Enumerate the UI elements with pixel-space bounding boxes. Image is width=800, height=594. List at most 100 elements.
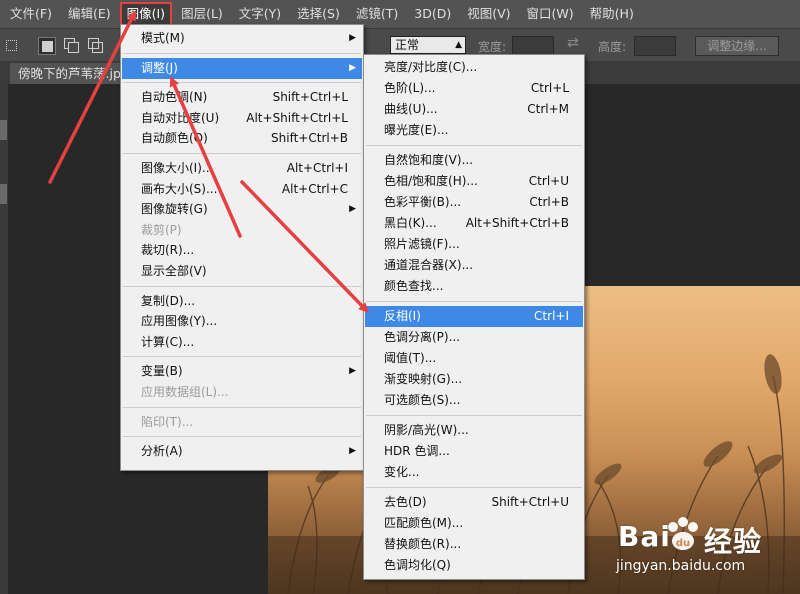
menu-item[interactable]: 去色(D) Shift+Ctrl+U	[365, 492, 583, 513]
menu-item[interactable]: 色彩平衡(B)... Ctrl+B	[365, 192, 583, 213]
menu-item[interactable]: 黑白(K)... Alt+Shift+Ctrl+B	[365, 213, 583, 234]
menu-item-label: 显示全部(V)	[141, 264, 207, 278]
menu-item-label: 自然饱和度(V)...	[384, 153, 474, 167]
menubar-item[interactable]: 滤镜(T)	[350, 3, 404, 25]
menu-item: 应用数据组(L)...	[122, 382, 362, 403]
menu-item[interactable]: 色调均化(Q)	[365, 555, 583, 576]
menubar-item[interactable]: 编辑(E)	[62, 3, 117, 25]
menubar-item[interactable]: 图层(L)	[175, 3, 229, 25]
menubar-item[interactable]: 帮助(H)	[584, 3, 640, 25]
menu-item-shortcut: Ctrl+U	[528, 174, 569, 188]
menu-item[interactable]: 阴影/高光(W)...	[365, 420, 583, 441]
menu-item[interactable]: HDR 色调...	[365, 441, 583, 462]
menubar-item[interactable]: 选择(S)	[291, 3, 346, 25]
menu-item-label: 裁切(R)...	[141, 243, 195, 258]
new-selection-icon[interactable]	[38, 37, 56, 55]
menu-item-label: 照片滤镜(F)...	[384, 237, 460, 251]
menu-item[interactable]: 色阶(L)... Ctrl+L	[365, 78, 583, 99]
style-select-value: 正常	[395, 38, 420, 52]
menu-item-label: 亮度/对比度(C)...	[384, 60, 478, 74]
watermark-brand-suffix: 经验	[704, 525, 763, 558]
menubar-item[interactable]: 文字(Y)	[233, 3, 287, 25]
menu-item-label: 图像旋转(G)	[141, 202, 208, 217]
menu-item-label: 去色(D)	[384, 495, 427, 509]
menu-item-label: 阴影/高光(W)...	[384, 423, 469, 437]
baidu-watermark: du Bai 经验 jingyan.baidu.com	[608, 500, 768, 585]
menu-item-label: 复制(D)...	[141, 293, 196, 308]
selection-dots-icon[interactable]	[4, 37, 20, 53]
menubar-item[interactable]: 视图(V)	[461, 3, 516, 25]
menu-item[interactable]: 自动色调(N) Shift+Ctrl+L	[122, 87, 362, 108]
menu-item[interactable]: 自动对比度(U) Alt+Shift+Ctrl+L	[122, 108, 362, 129]
menu-separator	[123, 153, 361, 154]
chevron-right-icon: ▶	[349, 62, 356, 73]
menu-item[interactable]: 显示全部(V)	[122, 261, 362, 282]
menu-item[interactable]: 匹配颜色(M)...	[365, 513, 583, 534]
menu-item[interactable]: 反相(I) Ctrl+I	[365, 306, 583, 327]
menu-item-label: 陷印(T)...	[141, 414, 194, 429]
menu-item[interactable]: 颜色查找...	[365, 276, 583, 297]
menu-item[interactable]: 照片滤镜(F)...	[365, 234, 583, 255]
menu-item-label: 变化...	[384, 465, 420, 479]
menu-separator	[123, 406, 361, 408]
menu-item[interactable]: 自然饱和度(V)...	[365, 150, 583, 171]
select-arrow-icon: ▲	[455, 40, 462, 50]
chevron-right-icon: ▶	[349, 446, 356, 457]
swap-arrows-icon[interactable]: ⇄	[567, 35, 579, 51]
menu-item[interactable]: 变量(B) ▶	[122, 361, 362, 382]
menu-item[interactable]: 可选颜色(S)...	[365, 390, 583, 411]
menu-item[interactable]: 曲线(U)... Ctrl+M	[365, 99, 583, 120]
menu-item[interactable]: 渐变映射(G)...	[365, 369, 583, 390]
menu-item[interactable]: 色调分离(P)...	[365, 327, 583, 348]
menu-item-shortcut: Ctrl+M	[527, 102, 569, 116]
width-input[interactable]	[512, 36, 554, 56]
menu-item-label: 自动颜色(O)	[141, 131, 208, 146]
menu-item[interactable]: 变化...	[365, 462, 583, 483]
watermark-url: jingyan.baidu.com	[616, 558, 746, 574]
chevron-right-icon: ▶	[349, 33, 356, 43]
menu-item[interactable]: 分析(A) ▶	[122, 441, 362, 462]
menu-item[interactable]: 曝光度(E)...	[365, 120, 583, 141]
menu-item[interactable]: 自动颜色(O) Shift+Ctrl+B	[122, 128, 362, 149]
menu-item[interactable]: 阈值(T)...	[365, 348, 583, 369]
menu-item-label: 反相(I)	[384, 309, 421, 323]
menu-item[interactable]: 应用图像(Y)...	[122, 311, 362, 332]
menu-item-label: 曝光度(E)...	[384, 123, 449, 137]
menu-item[interactable]: 计算(C)...	[122, 332, 362, 353]
menu-item[interactable]: 复制(D)...	[122, 291, 362, 312]
menu-item[interactable]: 替换颜色(R)...	[365, 534, 583, 555]
add-selection-icon[interactable]	[63, 37, 79, 53]
menu-item-shortcut: Ctrl+L	[530, 81, 569, 95]
menu-item[interactable]: 图像旋转(G) ▶	[122, 199, 362, 220]
menu-item[interactable]: 色相/饱和度(H)... Ctrl+U	[365, 171, 583, 192]
menu-item: 裁剪(P)	[122, 220, 362, 241]
menu-item-label: 自动对比度(U)	[141, 110, 220, 125]
menu-item-shortcut: Shift+Ctrl+U	[491, 495, 569, 509]
height-label: 高度:	[598, 40, 627, 54]
height-input[interactable]	[634, 36, 676, 56]
watermark-brand: Bai	[618, 520, 671, 553]
menu-item-label: 色彩平衡(B)...	[384, 195, 462, 209]
menu-item-label: 计算(C)...	[141, 334, 195, 349]
menu-item[interactable]: 模式(M) ▶	[122, 28, 362, 49]
menubar-item[interactable]: 文件(F)	[4, 3, 58, 25]
menu-item-label: 图像大小(I)...	[141, 161, 214, 175]
menu-item[interactable]: 通道混合器(X)...	[365, 255, 583, 276]
menubar-item[interactable]: 窗口(W)	[521, 3, 580, 25]
menu-item[interactable]: 亮度/对比度(C)...	[365, 57, 583, 78]
menu-item[interactable]: 裁切(R)...	[122, 240, 362, 261]
menubar-item[interactable]: 图像(I)	[119, 2, 173, 26]
menu-separator	[123, 285, 361, 287]
menu-separator	[366, 487, 582, 488]
document-tab[interactable]: 傍晚下的芦苇荡.jpg	[10, 63, 137, 84]
menubar-item[interactable]: 3D(D)	[408, 3, 457, 25]
style-select[interactable]: 正常 ▲	[390, 36, 466, 54]
refine-edge-button[interactable]: 调整边缘...	[695, 36, 779, 56]
chevron-right-icon: ▶	[349, 366, 356, 377]
menu-item[interactable]: 画布大小(S)... Alt+Ctrl+C	[122, 179, 362, 200]
menu-item-label: 调整(J)	[141, 60, 178, 75]
subtract-selection-icon[interactable]	[87, 37, 103, 53]
menu-item: 陷印(T)...	[122, 412, 362, 433]
menu-item[interactable]: 调整(J) ▶	[122, 57, 362, 79]
menu-item[interactable]: 图像大小(I)... Alt+Ctrl+I	[122, 158, 362, 179]
